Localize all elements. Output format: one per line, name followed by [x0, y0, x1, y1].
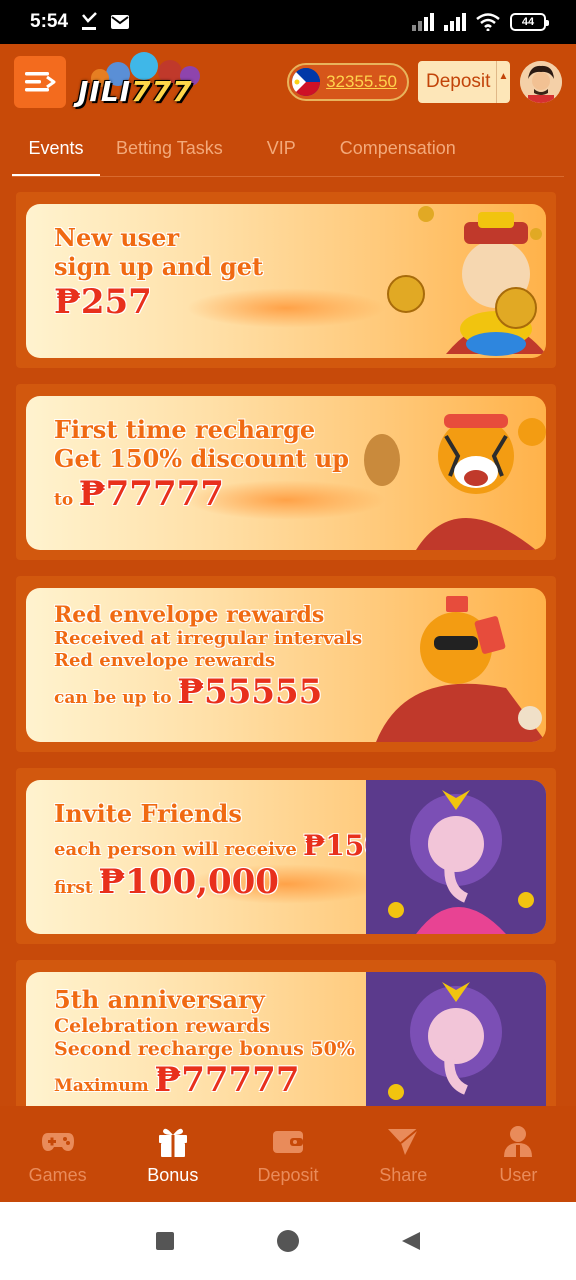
event-card-invite-friends[interactable]: Invite Friends each person will receive …	[16, 768, 556, 944]
mail-icon	[111, 15, 130, 29]
event-text: New user sign up and get ₱257	[54, 223, 264, 322]
nav-games[interactable]: Games	[0, 1106, 115, 1202]
nav-share[interactable]: Share	[346, 1106, 461, 1202]
paper-plane-icon	[388, 1127, 419, 1155]
event-line-1: New user	[54, 223, 180, 252]
download-done-icon	[82, 12, 97, 30]
wallet-icon	[273, 1130, 303, 1153]
event-line-2: each person will receive ₱150	[54, 829, 384, 863]
tab-bar: Events Betting Tasks VIP Compensation	[12, 128, 564, 176]
deposit-button-label: Deposit	[426, 71, 491, 92]
event-line-1: Invite Friends	[54, 799, 242, 828]
menu-button[interactable]	[14, 56, 66, 108]
event-banner: Invite Friends each person will receive …	[26, 780, 546, 934]
avatar[interactable]	[520, 61, 562, 103]
tiger-red-envelope-icon	[376, 596, 546, 742]
event-line-2: Celebration rewards	[54, 1014, 270, 1037]
app-logo: JILI777	[78, 52, 210, 112]
event-banner: First time recharge Get 150% discount up…	[26, 396, 546, 550]
system-nav-bar	[0, 1202, 576, 1280]
event-card-new-user[interactable]: New user sign up and get ₱257	[16, 192, 556, 368]
event-amount: ₱55555	[177, 671, 323, 712]
event-line-3: Second recharge bonus 50%	[54, 1037, 355, 1060]
status-bar: 5:54 44	[0, 0, 576, 44]
event-line-2: Received at irregular intervals	[54, 628, 363, 650]
status-time: 5:54	[30, 11, 69, 32]
gamepad-icon	[41, 1132, 74, 1151]
menu-icon	[25, 72, 56, 92]
signal-icon-1	[412, 13, 434, 31]
logo-text: JILI777	[78, 75, 193, 108]
event-prefix: first	[54, 878, 93, 899]
home-icon[interactable]	[276, 1229, 300, 1253]
event-line-1: First time recharge	[54, 415, 316, 444]
events-list[interactable]: New user sign up and get ₱257 First time…	[16, 192, 556, 1106]
nav-label: User	[499, 1164, 538, 1185]
event-text: First time recharge Get 150% discount up…	[54, 415, 350, 514]
signal-icon-2	[444, 13, 466, 31]
event-line-1: Red envelope rewards	[54, 602, 325, 628]
event-text: Red envelope rewards Received at irregul…	[54, 602, 362, 712]
nav-bonus[interactable]: Bonus	[115, 1106, 230, 1202]
tab-events[interactable]: Events	[12, 128, 100, 176]
gift-icon	[158, 1128, 187, 1157]
event-amount: ₱257	[54, 281, 152, 322]
deposit-dropdown-caret-icon[interactable]: ▲	[496, 61, 510, 103]
philippines-flag-icon	[292, 68, 321, 96]
tab-betting-tasks[interactable]: Betting Tasks	[116, 128, 223, 176]
ganesha-icon	[366, 972, 546, 1106]
nav-label: Deposit	[257, 1164, 319, 1185]
nav-label: Bonus	[147, 1164, 199, 1185]
recents-icon[interactable]	[154, 1230, 176, 1252]
tab-compensation[interactable]: Compensation	[340, 128, 456, 176]
app-header: JILI777 32355.50 Deposit ▲	[0, 44, 576, 120]
nav-user[interactable]: User	[461, 1106, 576, 1202]
logo-text-jili: JILI	[78, 75, 132, 108]
fortune-god-icon	[387, 206, 546, 356]
event-amount: ₱100,000	[98, 862, 279, 903]
event-prefix: can be up to	[54, 687, 172, 708]
user-icon	[504, 1125, 533, 1157]
event-prefix: to	[54, 489, 74, 510]
event-line-2: Get 150% discount up	[54, 443, 350, 473]
event-line-2-text: each person will receive	[54, 838, 297, 860]
nav-label: Share	[379, 1164, 428, 1185]
event-amount: ₱77777	[78, 473, 224, 514]
event-line-2: sign up and get	[54, 251, 264, 281]
event-card-first-recharge[interactable]: First time recharge Get 150% discount up…	[16, 384, 556, 560]
event-line-1: 5th anniversary	[54, 985, 265, 1014]
deposit-button[interactable]: Deposit ▲	[418, 61, 510, 103]
event-amount: ₱77777	[154, 1060, 300, 1101]
ganesha-icon	[366, 780, 546, 934]
balance-pill[interactable]: 32355.50	[287, 63, 409, 101]
event-banner: New user sign up and get ₱257	[26, 204, 546, 358]
event-banner: 5th anniversary Celebration rewards Seco…	[26, 972, 546, 1106]
tiger-icon	[364, 414, 546, 550]
event-text: Invite Friends each person will receive …	[54, 799, 384, 903]
back-icon[interactable]	[400, 1230, 422, 1252]
avatar-icon	[520, 61, 562, 103]
tab-divider	[12, 176, 564, 177]
balance-amount[interactable]: 32355.50	[326, 72, 397, 92]
nav-label: Games	[28, 1164, 87, 1185]
event-card-anniversary[interactable]: 5th anniversary Celebration rewards Seco…	[16, 960, 556, 1106]
wifi-icon	[476, 13, 500, 31]
event-card-red-envelope[interactable]: Red envelope rewards Received at irregul…	[16, 576, 556, 752]
event-prefix: Maximum	[54, 1076, 149, 1097]
logo-text-777: 777	[131, 75, 193, 108]
battery-indicator: 44	[510, 13, 549, 31]
bottom-nav: Games Bonus Deposit Share User	[0, 1106, 576, 1202]
tab-vip[interactable]: VIP	[267, 128, 296, 176]
event-line-3: Red envelope rewards	[54, 649, 276, 671]
event-text: 5th anniversary Celebration rewards Seco…	[54, 985, 355, 1101]
nav-deposit[interactable]: Deposit	[230, 1106, 345, 1202]
event-banner: Red envelope rewards Received at irregul…	[26, 588, 546, 742]
